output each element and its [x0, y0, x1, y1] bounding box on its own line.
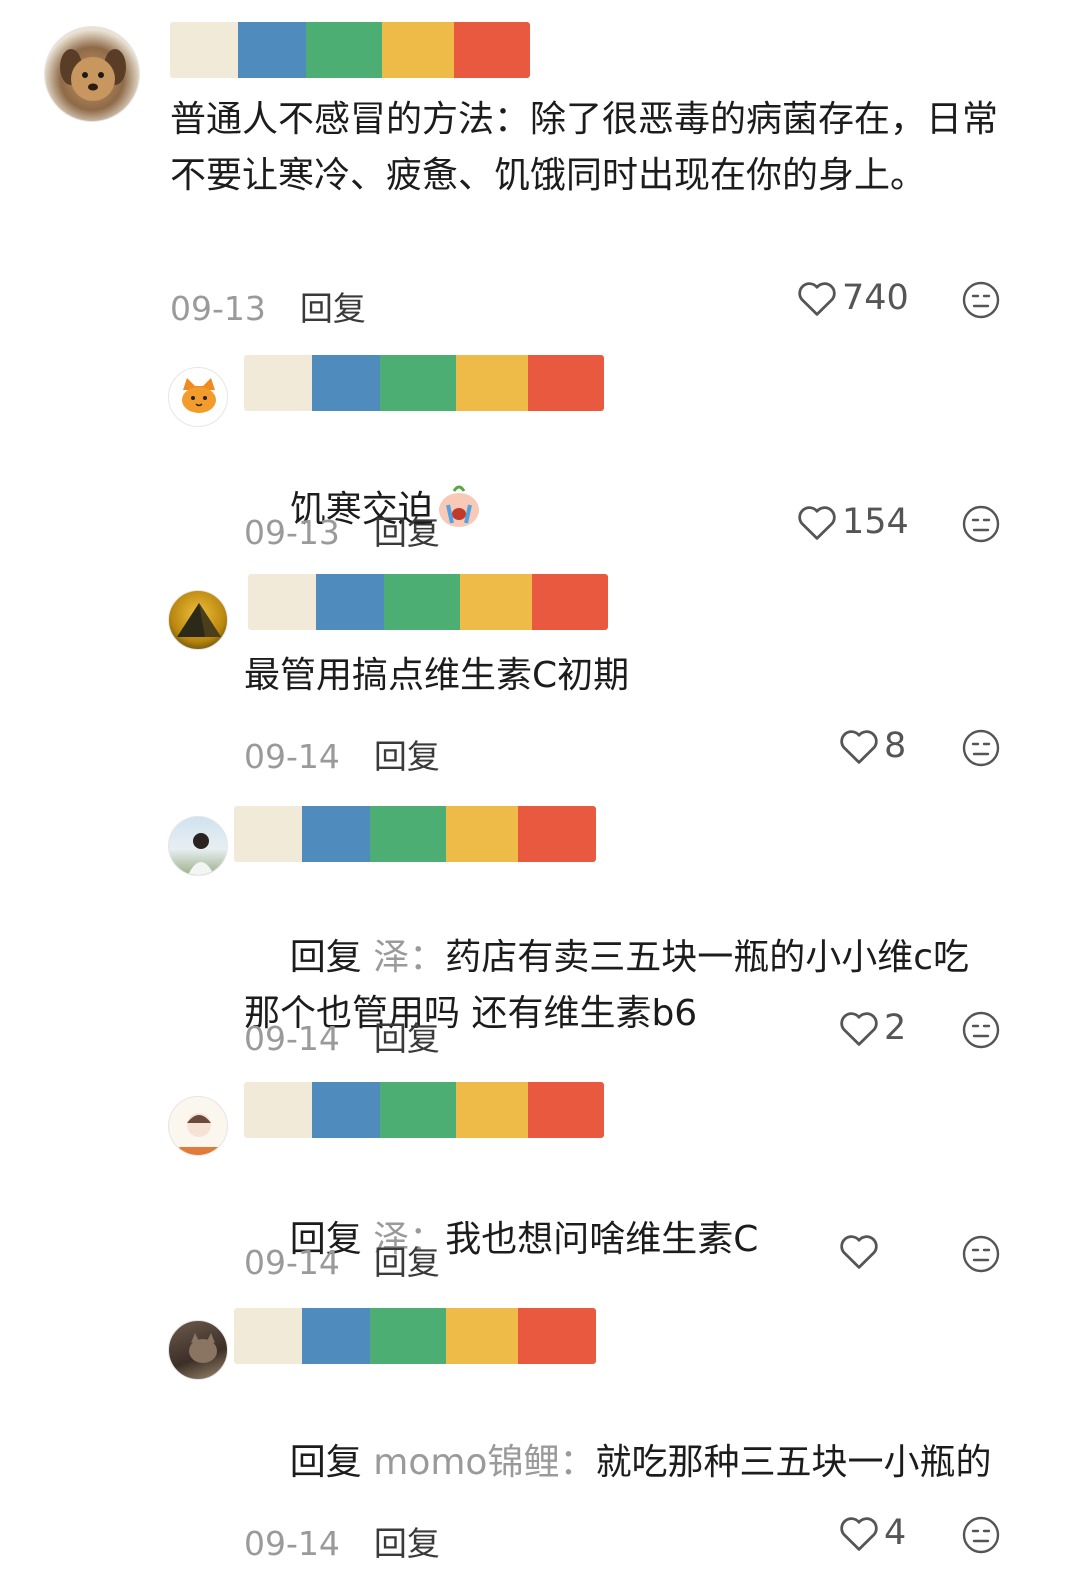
- comment-item: 最管用搞点维生素C初期 09-14 回复 8: [0, 560, 1080, 790]
- avatar[interactable]: [168, 1096, 228, 1156]
- reply-button[interactable]: 回复: [300, 289, 366, 328]
- comment-meta: 09-14 回复: [244, 1236, 440, 1284]
- comment-meta: 09-14 回复: [244, 1517, 440, 1565]
- reply-button[interactable]: 回复: [374, 1524, 440, 1563]
- comment-text-body: 我也想问啥维生素C: [445, 1219, 759, 1260]
- heart-outline-icon: [840, 1012, 878, 1046]
- like-button[interactable]: 740: [796, 278, 909, 318]
- comment-meta: 09-13 回复: [244, 506, 440, 554]
- reply-button[interactable]: 回复: [374, 1243, 440, 1282]
- person-avatar-icon: [188, 833, 214, 875]
- girl-avatar-icon: [179, 1113, 219, 1155]
- comment-item: 饥寒交迫 09-13 回复 154: [0, 340, 1080, 560]
- reply-button[interactable]: 回复: [374, 1019, 440, 1058]
- neutral-face-icon[interactable]: [961, 1010, 1001, 1050]
- like-count: 740: [842, 278, 909, 318]
- username-redacted[interactable]: [234, 806, 596, 862]
- comment-meta: 09-14 回复: [244, 1012, 440, 1060]
- reply-target-user[interactable]: 泽：: [373, 937, 445, 978]
- comment-item: 回复 泽：我也想问啥维生素C 09-14 回复: [0, 1080, 1080, 1305]
- like-button[interactable]: 2: [838, 1008, 906, 1048]
- reply-button[interactable]: 回复: [374, 737, 440, 776]
- avatar[interactable]: [168, 367, 228, 427]
- like-button[interactable]: 8: [838, 726, 906, 766]
- like-count: 4: [884, 1513, 907, 1553]
- username-redacted[interactable]: [234, 1308, 596, 1364]
- neutral-face-icon[interactable]: [961, 1515, 1001, 1555]
- heart-outline-icon: [840, 730, 878, 764]
- reply-prefix: 回复: [289, 937, 362, 978]
- avatar[interactable]: [168, 1320, 228, 1380]
- crying-face-emoji: [438, 485, 479, 527]
- heart-outline-icon: [798, 282, 836, 316]
- username-redacted[interactable]: [248, 574, 608, 630]
- like-count: 2: [884, 1008, 907, 1048]
- neutral-face-icon[interactable]: [961, 280, 1001, 320]
- comment-text-body: 就吃那种三五块一小瓶的: [595, 1442, 992, 1483]
- comment-meta: 09-14 回复: [244, 730, 440, 778]
- heart-outline-icon: [840, 1517, 878, 1551]
- pyramid-avatar-icon: [177, 603, 221, 637]
- comment-item: 普通人不感冒的方法：除了很恶毒的病菌存在，日常不要让寒冷、疲惫、饥饿同时出现在你…: [0, 0, 1080, 340]
- comment-date: 09-14: [244, 737, 340, 776]
- heart-outline-icon: [798, 506, 836, 540]
- reply-button[interactable]: 回复: [374, 513, 440, 552]
- puppy-avatar-icon: [60, 49, 126, 101]
- neutral-face-icon[interactable]: [961, 1234, 1001, 1274]
- comment-date: 09-14: [244, 1524, 340, 1563]
- comment-date: 09-13: [170, 289, 266, 328]
- username-redacted[interactable]: [244, 355, 604, 411]
- like-count: 8: [884, 726, 907, 766]
- like-count: 154: [842, 502, 909, 542]
- neutral-face-icon[interactable]: [961, 504, 1001, 544]
- reply-target-user[interactable]: momo锦鲤：: [373, 1442, 595, 1483]
- heart-outline-icon: [840, 1235, 878, 1269]
- avatar[interactable]: [168, 816, 228, 876]
- cat-avatar-icon: [182, 378, 216, 413]
- like-button[interactable]: [838, 1232, 884, 1270]
- username-redacted[interactable]: [170, 22, 530, 78]
- neutral-face-icon[interactable]: [961, 728, 1001, 768]
- comment-text: 普通人不感冒的方法：除了很恶毒的病菌存在，日常不要让寒冷、疲惫、饥饿同时出现在你…: [170, 99, 999, 196]
- like-button[interactable]: 154: [796, 502, 909, 542]
- comment-date: 09-14: [244, 1243, 340, 1282]
- comment-item: 回复 momo锦鲤：就吃那种三五块一小瓶的 09-14 回复 4: [0, 1305, 1080, 1588]
- comment-date: 09-14: [244, 1019, 340, 1058]
- comment-text: 回复 泽：药店有卖三五块一瓶的小小维c吃那个也管用吗 还有维生素b6: [244, 874, 994, 1098]
- username-redacted[interactable]: [244, 1082, 604, 1138]
- comment-item: 回复 泽：药店有卖三五块一瓶的小小维c吃那个也管用吗 还有维生素b6 09-14…: [0, 790, 1080, 1080]
- cat-photo-avatar-icon: [189, 1333, 217, 1363]
- avatar[interactable]: [44, 26, 140, 122]
- comment-date: 09-13: [244, 513, 340, 552]
- reply-prefix: 回复: [289, 1442, 362, 1483]
- like-button[interactable]: 4: [838, 1513, 906, 1553]
- comment-meta: 09-13 回复: [170, 282, 366, 330]
- avatar[interactable]: [168, 590, 228, 650]
- comment-text: 最管用搞点维生素C初期: [244, 655, 630, 696]
